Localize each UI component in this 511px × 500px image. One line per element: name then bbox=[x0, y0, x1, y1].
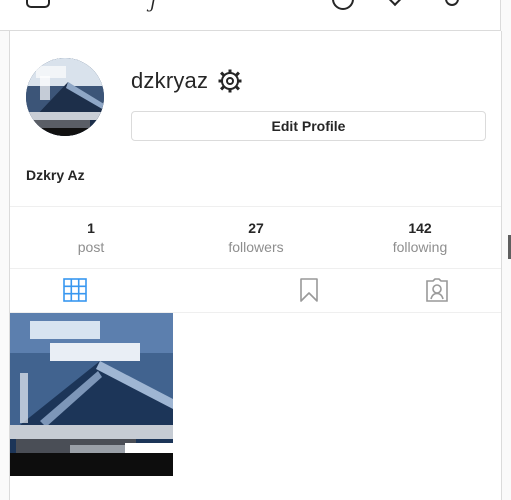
grid-icon[interactable] bbox=[63, 278, 87, 302]
stat-followers-count: 27 bbox=[248, 220, 264, 236]
username: dzkryaz bbox=[131, 68, 209, 93]
stat-followers[interactable]: 27 followers bbox=[196, 220, 316, 256]
post-thumbnail[interactable] bbox=[10, 313, 173, 476]
stat-following[interactable]: 142 following bbox=[360, 220, 480, 256]
avatar-image bbox=[26, 58, 104, 136]
camera-icon[interactable] bbox=[26, 0, 50, 8]
avatar[interactable] bbox=[26, 58, 104, 136]
user-icon[interactable] bbox=[445, 0, 459, 6]
full-name: Dzkry Az bbox=[26, 167, 85, 183]
post-image bbox=[10, 313, 173, 476]
profile-stats: 1 post 27 followers 142 following bbox=[10, 206, 501, 269]
tagged-icon[interactable] bbox=[425, 278, 449, 302]
top-nav-bar: ƒ bbox=[0, 0, 501, 31]
logo-wordmark[interactable]: ƒ bbox=[150, 0, 157, 13]
heart-icon[interactable] bbox=[387, 0, 403, 7]
gear-icon[interactable] bbox=[218, 69, 242, 93]
profile-card: dzkryaz Edit Profile Dzkry Az 1 post 27 … bbox=[9, 31, 502, 500]
stat-posts-label: post bbox=[77, 239, 105, 255]
profile-tabs bbox=[10, 268, 501, 313]
stat-following-count: 142 bbox=[408, 220, 432, 236]
bookmark-icon[interactable] bbox=[297, 278, 321, 302]
stat-posts-count: 1 bbox=[87, 220, 95, 236]
stat-following-label: following bbox=[392, 239, 448, 255]
compass-icon[interactable] bbox=[332, 0, 354, 10]
stat-followers-label: followers bbox=[228, 239, 284, 255]
stat-posts[interactable]: 1 post bbox=[31, 220, 151, 256]
edit-profile-button[interactable]: Edit Profile bbox=[131, 111, 486, 141]
